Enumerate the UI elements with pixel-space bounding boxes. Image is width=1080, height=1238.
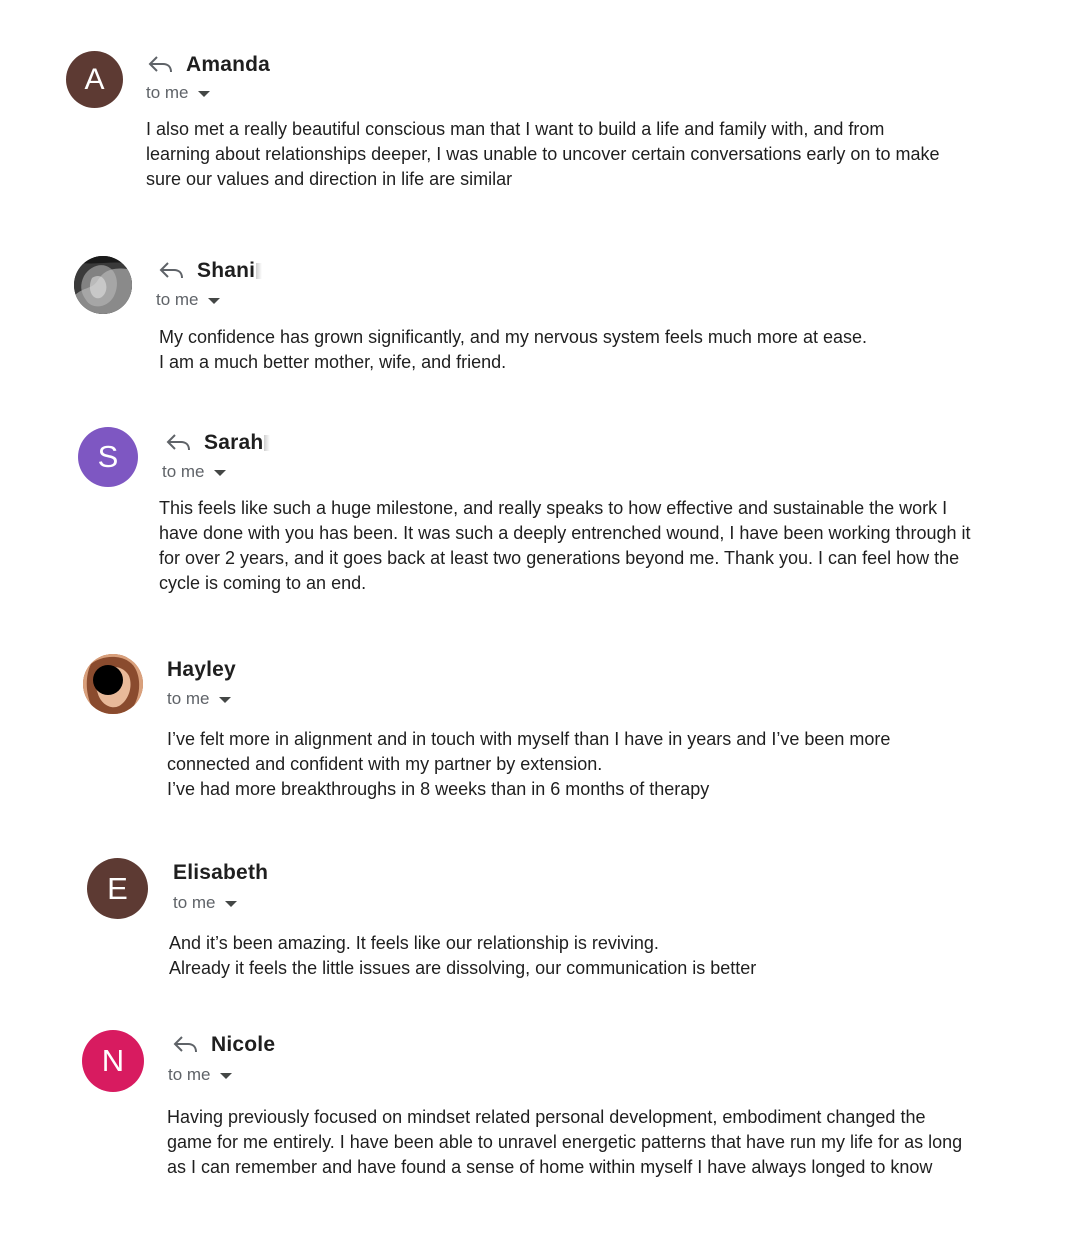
chevron-down-icon[interactable] (218, 697, 231, 703)
avatar[interactable]: N (82, 1030, 144, 1092)
profile-photo-icon (83, 654, 143, 714)
sender-name[interactable]: Sarah (204, 431, 263, 455)
recipient-label: to me (162, 462, 205, 481)
chevron-down-icon[interactable] (207, 298, 220, 304)
avatar-letter: N (101, 1043, 125, 1078)
redaction-fade (256, 263, 263, 279)
recipient-label: to me (167, 689, 210, 708)
message-body: I’ve felt more in alignment and in touch… (167, 729, 891, 799)
sender-name[interactable]: Amanda (186, 53, 270, 77)
redaction-fade (264, 435, 271, 451)
message-body: And it’s been amazing. It feels like our… (169, 933, 757, 978)
avatar[interactable] (83, 654, 143, 714)
chevron-down-icon[interactable] (197, 91, 210, 97)
sender-name[interactable]: Shani (197, 259, 255, 283)
recipient-dropdown[interactable]: to me (173, 893, 237, 913)
avatar-letter: A (84, 62, 105, 96)
avatar[interactable]: S (78, 427, 138, 487)
reply-arrow-icon[interactable] (159, 261, 185, 281)
reply-arrow-icon[interactable] (148, 55, 174, 75)
reply-arrow-icon[interactable] (173, 1035, 199, 1055)
reply-arrow-icon[interactable] (166, 433, 192, 453)
recipient-label: to me (146, 83, 189, 102)
recipient-label: to me (168, 1065, 211, 1084)
avatar-letter: E (107, 870, 128, 906)
message-body: Having previously focused on mindset rel… (167, 1107, 963, 1177)
sender-name[interactable]: Hayley (167, 658, 236, 682)
recipient-dropdown[interactable]: to me (162, 462, 226, 482)
chevron-down-icon[interactable] (213, 470, 226, 476)
avatar-letter: S (97, 439, 119, 474)
chevron-down-icon[interactable] (219, 1073, 232, 1079)
message-body: This feels like such a huge milestone, a… (159, 498, 971, 593)
chevron-down-icon[interactable] (224, 901, 237, 907)
message-body: I also met a really beautiful conscious … (146, 119, 940, 189)
avatar[interactable]: E (87, 858, 148, 919)
recipient-label: to me (156, 290, 199, 309)
sender-name[interactable]: Nicole (211, 1033, 275, 1057)
recipient-dropdown[interactable]: to me (156, 290, 220, 310)
avatar[interactable] (74, 256, 132, 314)
avatar[interactable]: A (66, 51, 123, 108)
message-body: My confidence has grown significantly, a… (159, 327, 867, 372)
recipient-dropdown[interactable]: to me (168, 1065, 232, 1085)
recipient-dropdown[interactable]: to me (146, 83, 210, 103)
recipient-dropdown[interactable]: to me (167, 689, 231, 709)
profile-photo-icon (74, 256, 132, 314)
sender-name[interactable]: Elisabeth (173, 861, 268, 885)
recipient-label: to me (173, 893, 216, 912)
